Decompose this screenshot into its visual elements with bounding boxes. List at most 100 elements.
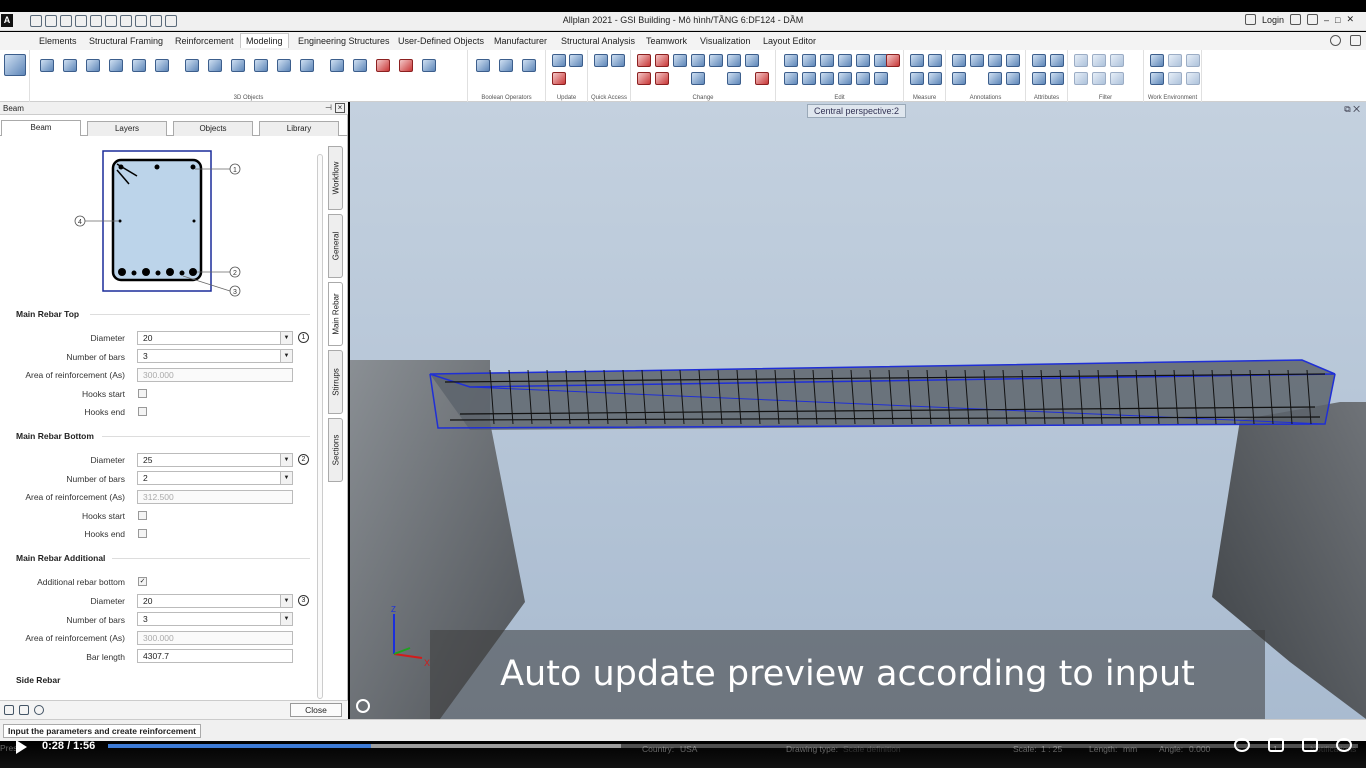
side-tab-stirrups[interactable]: Stirrups (328, 350, 343, 414)
array-icon[interactable] (820, 72, 834, 85)
sum-icon[interactable] (1186, 72, 1200, 85)
settings-gear-icon[interactable] (1234, 738, 1250, 752)
label-icon[interactable] (952, 54, 966, 67)
rotate-body-icon[interactable] (254, 59, 268, 72)
tab-structural-framing[interactable]: Structural Framing (89, 36, 163, 46)
cart-icon[interactable] (1290, 14, 1301, 25)
additional-bars-select[interactable]: 3 ▼ (137, 612, 293, 626)
bottom-diameter-select[interactable]: 25 ▼ (137, 453, 293, 467)
help-icon[interactable] (1307, 14, 1318, 25)
tab-beam[interactable]: Beam (1, 120, 81, 136)
line-icon[interactable] (40, 59, 54, 72)
navigation-icon[interactable] (356, 699, 370, 713)
mirror-icon[interactable] (838, 54, 852, 67)
draw-icon[interactable] (655, 54, 669, 67)
surface-icon[interactable] (300, 59, 314, 72)
side-tab-workflow[interactable]: Workflow (328, 146, 343, 210)
cylinder-icon[interactable] (109, 59, 123, 72)
favorites-icon[interactable] (4, 705, 14, 715)
legend-icon[interactable] (988, 72, 1002, 85)
3d-objects-icon[interactable] (4, 54, 26, 76)
union-icon[interactable] (476, 59, 490, 72)
tab-layout-editor[interactable]: Layout Editor (763, 36, 816, 46)
split-icon[interactable] (655, 72, 669, 85)
tab-library[interactable]: Library (259, 121, 339, 136)
attribute-edit-icon[interactable] (1032, 72, 1046, 85)
note-icon[interactable] (988, 54, 1002, 67)
copy-icon[interactable] (784, 54, 798, 67)
window-icon[interactable] (120, 15, 132, 27)
grid-icon[interactable] (1168, 72, 1182, 85)
intersect-icon[interactable] (522, 59, 536, 72)
delete-icon[interactable] (886, 54, 900, 67)
shell-icon[interactable] (422, 59, 436, 72)
filter-pen-icon[interactable] (1092, 54, 1106, 67)
cone-icon[interactable] (155, 59, 169, 72)
top-diameter-select[interactable]: 20 ▼ (137, 331, 293, 345)
workspace-icon[interactable] (1150, 54, 1164, 67)
play-icon[interactable] (16, 740, 27, 754)
loft-icon[interactable] (277, 59, 291, 72)
save-favorite-icon[interactable] (19, 705, 29, 715)
miniplayer-icon[interactable] (1268, 738, 1284, 752)
cut-icon[interactable] (755, 72, 769, 85)
new-icon[interactable] (30, 15, 42, 27)
marker-icon[interactable] (1006, 72, 1020, 85)
refresh-icon[interactable] (569, 54, 583, 67)
settings-icon[interactable] (135, 15, 147, 27)
tab-manufacturer[interactable]: Manufacturer (494, 36, 547, 46)
chevron-down-icon[interactable]: ▼ (280, 595, 292, 607)
undo-icon[interactable] (90, 15, 102, 27)
prism-icon[interactable] (330, 59, 344, 72)
chevron-down-icon[interactable]: ▼ (280, 613, 292, 625)
bottom-hooks-start-checkbox[interactable] (138, 511, 147, 520)
update-icon[interactable] (552, 54, 566, 67)
attribute-transfer-icon[interactable] (1050, 72, 1064, 85)
filter-layer-icon[interactable] (1074, 72, 1088, 85)
fullscreen-icon[interactable] (1302, 738, 1318, 752)
close-viewport-icon[interactable]: ✕ (1353, 104, 1360, 114)
volume-icon[interactable] (1336, 738, 1352, 752)
view-icon[interactable] (1186, 54, 1200, 67)
cube-icon[interactable] (353, 59, 367, 72)
pipette-icon[interactable] (594, 54, 608, 67)
dimension-icon[interactable] (970, 54, 984, 67)
plane-icon[interactable] (1168, 54, 1182, 67)
measure-area-icon[interactable] (928, 54, 942, 67)
box-icon[interactable] (63, 59, 77, 72)
move-icon[interactable] (802, 54, 816, 67)
modify-icon[interactable] (552, 72, 566, 85)
chevron-down-icon[interactable]: ▼ (280, 350, 292, 362)
sphere-icon[interactable] (132, 59, 146, 72)
attribute-icon[interactable] (1032, 54, 1046, 67)
additional-diameter-select[interactable]: 20 ▼ (137, 594, 293, 608)
close-window-button[interactable]: ✕ (1346, 14, 1354, 25)
tools-icon[interactable] (165, 15, 177, 27)
tab-engineering-structures[interactable]: Engineering Structures (298, 36, 390, 46)
redo-icon[interactable] (105, 15, 117, 27)
measure-angle-icon[interactable] (928, 72, 942, 85)
properties-icon[interactable] (874, 72, 888, 85)
pin-icon[interactable]: ⊣ (325, 103, 332, 112)
break-icon[interactable] (727, 72, 741, 85)
chevron-down-icon[interactable]: ▼ (280, 332, 292, 344)
tab-user-defined-objects[interactable]: User-Defined Objects (398, 36, 484, 46)
edit-icon[interactable] (75, 15, 87, 27)
gear-icon[interactable] (1330, 35, 1341, 46)
chamfer-icon[interactable] (399, 59, 413, 72)
3d-viewport[interactable]: X Z Central perspective:2 ⧉ ✕ Auto updat… (350, 102, 1366, 719)
close-panel-icon[interactable]: × (335, 103, 345, 113)
align-icon[interactable] (802, 72, 816, 85)
filter-icon[interactable] (1074, 54, 1088, 67)
tab-objects[interactable]: Objects (173, 121, 253, 136)
bottom-bars-select[interactable]: 2 ▼ (137, 471, 293, 485)
chevron-down-icon[interactable]: ▼ (280, 454, 292, 466)
login-link[interactable]: Login (1262, 15, 1284, 25)
filter-type-icon[interactable] (1092, 72, 1106, 85)
maximize-button[interactable]: □ (1335, 15, 1340, 25)
sweep-icon[interactable] (208, 59, 222, 72)
tab-structural-analysis[interactable]: Structural Analysis (561, 36, 635, 46)
corner-icon[interactable] (691, 72, 705, 85)
viewport-label[interactable]: Central perspective:2 (807, 104, 907, 118)
convert-icon[interactable] (838, 72, 852, 85)
